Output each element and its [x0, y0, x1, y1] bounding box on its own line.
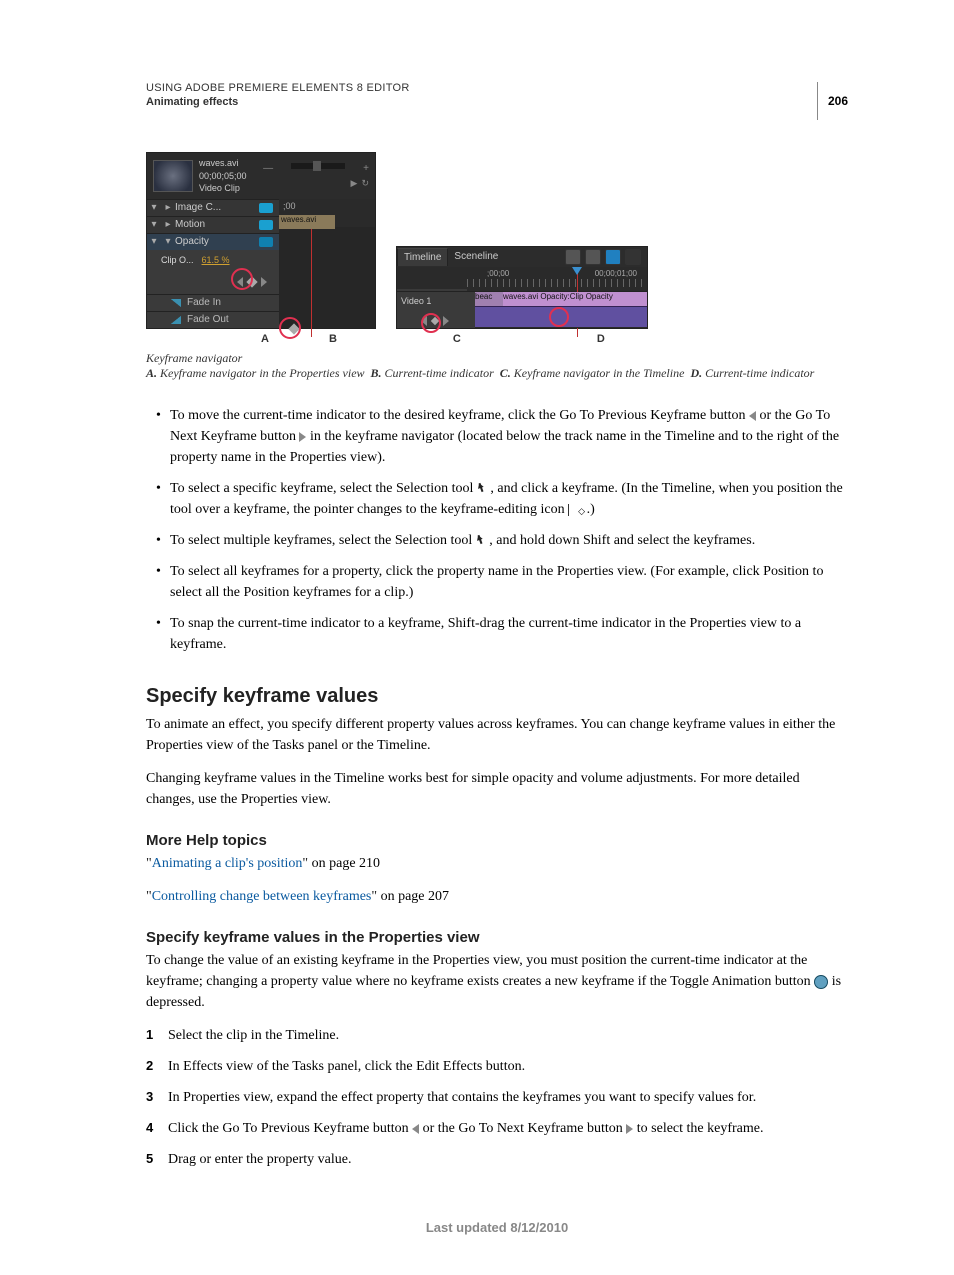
clip-type: Video Clip	[199, 182, 257, 195]
track-name: Video 1	[401, 296, 471, 306]
keyframe-navigator	[147, 270, 279, 294]
razor-tool-icon[interactable]	[585, 249, 601, 265]
timeline-ruler[interactable]: ;00;00 00;00;01;00	[467, 267, 647, 291]
timeline-clip-1[interactable]: beac	[475, 292, 503, 306]
help-link-row: "Animating a clip's position" on page 21…	[146, 853, 848, 874]
running-header: USING ADOBE PREMIERE ELEMENTS 8 EDITOR A…	[146, 82, 848, 108]
marker-tool-icon[interactable]	[605, 249, 621, 265]
current-time-indicator[interactable]	[311, 217, 312, 337]
toggle-animation-icon	[814, 975, 828, 989]
opacity-value[interactable]: 61.5 %	[202, 255, 230, 265]
timeline-panel: Timeline Sceneline ;00;00 00;00;01;00	[396, 246, 648, 329]
fade-in-button[interactable]: Fade In	[187, 297, 221, 308]
step-item: In Properties view, expand the effect pr…	[146, 1087, 848, 1108]
tab-timeline[interactable]: Timeline	[397, 248, 448, 266]
step-item: Select the clip in the Timeline.	[146, 1025, 848, 1046]
callout-circle-b	[279, 317, 301, 339]
step-item: In Effects view of the Tasks panel, clic…	[146, 1056, 848, 1077]
footer-updated: Last updated 8/12/2010	[146, 1220, 848, 1235]
header-product: USING ADOBE PREMIERE ELEMENTS 8 EDITOR	[146, 82, 848, 94]
collapse-icon[interactable]: ▾	[147, 219, 161, 230]
mini-clip: waves.avi	[279, 215, 335, 229]
figure-label-c: C	[453, 333, 461, 345]
plus-icon: +	[363, 163, 369, 174]
selection-tool-icon	[477, 483, 487, 495]
fade-out-button[interactable]: Fade Out	[187, 314, 229, 325]
selection-tool-icon	[476, 535, 486, 547]
clip-time: 00;00;05;00	[199, 170, 257, 183]
effect-opacity[interactable]: Opacity	[175, 236, 259, 247]
section-heading: Specify keyframe values	[146, 685, 848, 708]
stopwatch-icon[interactable]	[259, 237, 273, 247]
keyframe-editing-icon	[568, 504, 583, 516]
effect-image-control[interactable]: Image C...	[175, 202, 259, 213]
step-item: Click the Go To Previous Keyframe button…	[146, 1118, 848, 1139]
fade-out-icon	[171, 316, 181, 324]
body-text: To change the value of an existing keyfr…	[146, 950, 848, 1013]
zoom-slider-icon[interactable]	[625, 249, 641, 265]
reset-icon[interactable]	[259, 203, 273, 213]
help-link[interactable]: Animating a clip's position	[152, 856, 303, 871]
expand-icon[interactable]: ▸	[161, 202, 175, 213]
list-item: To select a specific keyframe, select th…	[146, 478, 848, 520]
selection-tool-icon[interactable]	[565, 249, 581, 265]
zoom-slider[interactable]	[291, 163, 345, 169]
loop-icon[interactable]: ↻	[361, 178, 369, 189]
help-link[interactable]: Controlling change between keyframes	[152, 889, 372, 904]
collapse-icon[interactable]: ▾	[147, 236, 161, 247]
next-keyframe-icon[interactable]	[261, 277, 267, 287]
ruler-start: ;00	[283, 201, 296, 211]
figure: waves.avi 00;00;05;00 Video Clip — + ▶ ↻	[146, 152, 848, 381]
expand-icon[interactable]: ▾	[161, 236, 175, 247]
callout-circle-c	[421, 313, 441, 333]
tab-sceneline[interactable]: Sceneline	[448, 248, 504, 265]
callout-circle-a	[231, 268, 253, 290]
next-keyframe-icon[interactable]	[443, 316, 449, 326]
body-text: Changing keyframe values in the Timeline…	[146, 768, 848, 810]
subsection-heading: Specify keyframe values in the Propertie…	[146, 929, 848, 946]
header-section: Animating effects	[146, 96, 848, 108]
list-item: To snap the current-time indicator to a …	[146, 613, 848, 655]
callout-circle-d	[549, 307, 569, 327]
body-text: To animate an effect, you specify differ…	[146, 714, 848, 756]
time-label-0: ;00;00	[487, 269, 509, 278]
clip-name: waves.avi	[199, 157, 257, 170]
figure-label-b: B	[329, 333, 337, 345]
figure-label-a: A	[261, 333, 269, 345]
list-item: To select multiple keyframes, select the…	[146, 530, 848, 551]
figure-label-d: D	[597, 333, 605, 345]
list-item: To select all keyframes for a property, …	[146, 561, 848, 603]
mini-timeline-ruler[interactable]: ;00 waves.avi	[279, 199, 375, 227]
thumbnail-icon	[153, 160, 193, 192]
more-help-heading: More Help topics	[146, 832, 848, 849]
effect-motion[interactable]: Motion	[175, 219, 259, 230]
opacity-property-label[interactable]: Clip O...	[161, 255, 194, 265]
timeline-clip-graph[interactable]	[475, 306, 647, 327]
collapse-icon[interactable]: ▾	[147, 202, 161, 213]
time-label-1: 00;00;01;00	[595, 269, 637, 278]
prev-keyframe-icon	[749, 411, 756, 421]
instruction-list: To move the current-time indicator to th…	[146, 405, 848, 655]
fade-in-icon	[171, 299, 181, 307]
tab-bar: Timeline Sceneline	[397, 247, 647, 267]
properties-panel: waves.avi 00;00;05;00 Video Clip — + ▶ ↻	[146, 152, 376, 329]
timeline-clip-2[interactable]: waves.avi Opacity:Clip Opacity	[503, 292, 647, 306]
expand-icon[interactable]: ▸	[161, 219, 175, 230]
page-number: 206	[817, 82, 848, 120]
figure-caption: Keyframe navigator A. Keyframe navigator…	[146, 351, 848, 381]
step-item: Drag or enter the property value.	[146, 1149, 848, 1170]
help-link-row: "Controlling change between keyframes" o…	[146, 886, 848, 907]
steps-list: Select the clip in the Timeline. In Effe…	[146, 1025, 848, 1170]
reset-icon[interactable]	[259, 220, 273, 230]
play-icon[interactable]: ▶	[351, 178, 358, 189]
list-item: To move the current-time indicator to th…	[146, 405, 848, 468]
minus-icon: —	[263, 163, 273, 174]
